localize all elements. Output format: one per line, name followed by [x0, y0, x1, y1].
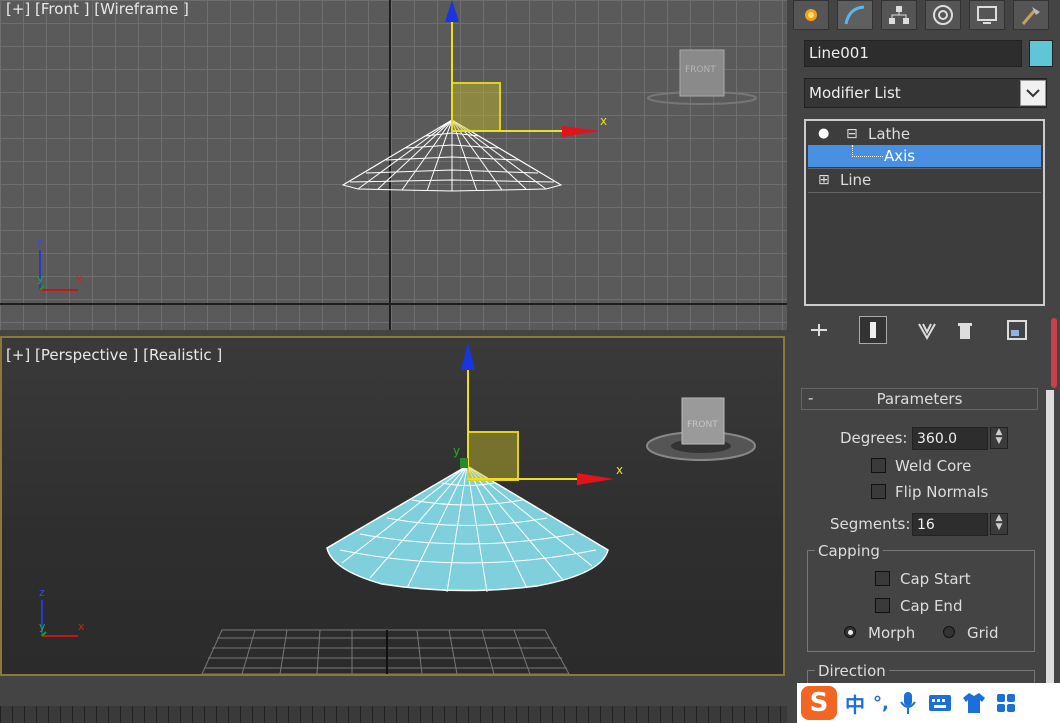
lathe-cone-shaded: [326, 465, 609, 593]
modify-tab[interactable]: [837, 0, 873, 30]
capping-title: Capping: [815, 542, 883, 560]
cap-end-checkbox[interactable]: [875, 598, 890, 613]
tripod-z-label: z: [37, 236, 43, 249]
object-color-swatch[interactable]: [1029, 40, 1053, 67]
segments-field[interactable]: 16: [912, 513, 988, 536]
display-icon: [977, 6, 997, 24]
toolbox-grid-icon[interactable]: [995, 692, 1017, 714]
chevron-down-icon[interactable]: [1020, 80, 1046, 106]
cap-end-label: Cap End: [900, 597, 963, 615]
expand-icon[interactable]: ⊞: [818, 169, 830, 191]
modifier-list-label: Modifier List: [809, 84, 901, 102]
morph-radio[interactable]: [844, 626, 856, 638]
perspective-viewport-scene: [41, 342, 756, 674]
front-viewport-scene: [0, 0, 787, 330]
front-viewport[interactable]: [+] [Front ] [Wireframe ] x FRONT z y x: [0, 0, 787, 330]
create-tab[interactable]: [793, 0, 829, 30]
parameters-title: Parameters: [876, 390, 963, 408]
utilities-tab[interactable]: [1013, 0, 1049, 30]
panel-scrollbar-track[interactable]: [1046, 390, 1054, 690]
morph-label: Morph: [868, 624, 916, 642]
motion-tab[interactable]: [925, 0, 961, 30]
collapse-icon[interactable]: ⊟: [846, 123, 858, 145]
tripod-y-label: y: [37, 272, 44, 285]
degrees-label: Degrees:: [840, 429, 908, 447]
keyboard-icon[interactable]: [927, 692, 953, 714]
gizmo-y-label: y: [453, 444, 461, 458]
stack-item-label: Line: [840, 171, 872, 189]
modifier-list-dropdown[interactable]: Modifier List: [804, 78, 1047, 108]
ime-punctuation-toggle[interactable]: °,: [873, 693, 889, 714]
weld-core-checkbox[interactable]: [871, 458, 886, 473]
modifier-stack[interactable]: ● ⊟ Lathe Axis ⊞ Line: [804, 119, 1045, 306]
cap-start-checkbox[interactable]: [875, 571, 890, 586]
panel-scrollbar-thumb[interactable]: [1051, 318, 1057, 388]
flip-normals-label: Flip Normals: [895, 483, 989, 501]
object-name-field[interactable]: Line001: [804, 40, 1022, 67]
flip-normals-checkbox[interactable]: [871, 484, 886, 499]
hierarchy-icon: [889, 6, 909, 24]
stack-item-label: Axis: [884, 147, 916, 165]
tree-connector: [852, 145, 883, 157]
pin-stack-icon[interactable]: [807, 318, 831, 342]
weld-core-label: Weld Core: [895, 457, 972, 475]
parameters-rollout-header[interactable]: - Parameters: [801, 388, 1038, 410]
configure-modifier-sets-icon[interactable]: [1005, 318, 1029, 342]
display-tab[interactable]: [969, 0, 1005, 30]
remove-modifier-icon[interactable]: [953, 318, 977, 342]
motion-icon: [933, 5, 953, 25]
gizmo-x-label: x: [600, 114, 608, 128]
gizmo-x-label: x: [616, 463, 624, 477]
direction-title: Direction: [815, 662, 889, 680]
tripod-x-label: x: [76, 272, 83, 285]
command-panel: Line001 Modifier List ● ⊟ Lathe Axis ⊞ L…: [793, 0, 1060, 723]
perspective-viewport[interactable]: [+] [Perspective ] [Realistic ] x y FRON…: [0, 336, 785, 676]
grid-radio[interactable]: [943, 626, 955, 638]
cap-start-label: Cap Start: [900, 570, 971, 588]
grid-label: Grid: [967, 624, 999, 642]
viewcube-face[interactable]: FRONT: [685, 65, 716, 75]
tripod-y-label: y: [39, 620, 46, 633]
ime-mode-toggle[interactable]: 中: [845, 689, 865, 718]
ime-logo[interactable]: S: [801, 686, 837, 720]
tripod-x-label: x: [78, 620, 85, 633]
make-unique-icon[interactable]: [915, 318, 939, 342]
stack-item-line[interactable]: ⊞ Line: [808, 169, 1041, 191]
create-icon: [805, 9, 817, 21]
viewcube-face[interactable]: FRONT: [687, 420, 718, 430]
utilities-icon: [1021, 7, 1040, 25]
skin-shirt-icon[interactable]: [961, 691, 987, 715]
hierarchy-tab[interactable]: [881, 0, 917, 30]
lightbulb-icon[interactable]: ●: [818, 123, 829, 145]
degrees-spinner[interactable]: ▲ ▼: [990, 427, 1008, 449]
ime-toolbar: S 中 °,: [797, 683, 1060, 723]
modify-icon: [844, 5, 865, 25]
microphone-icon[interactable]: [897, 690, 919, 716]
segments-label: Segments:: [830, 515, 911, 533]
time-slider-track[interactable]: [0, 706, 787, 723]
stack-item-lathe[interactable]: ● ⊟ Lathe: [808, 123, 1041, 145]
stack-item-label: Lathe: [868, 125, 911, 143]
segments-spinner[interactable]: ▲ ▼: [990, 513, 1008, 535]
degrees-field[interactable]: 360.0: [912, 427, 988, 450]
show-end-result-icon[interactable]: [859, 316, 887, 344]
tripod-z-label: z: [39, 586, 45, 599]
stack-item-axis[interactable]: Axis: [808, 145, 1041, 167]
